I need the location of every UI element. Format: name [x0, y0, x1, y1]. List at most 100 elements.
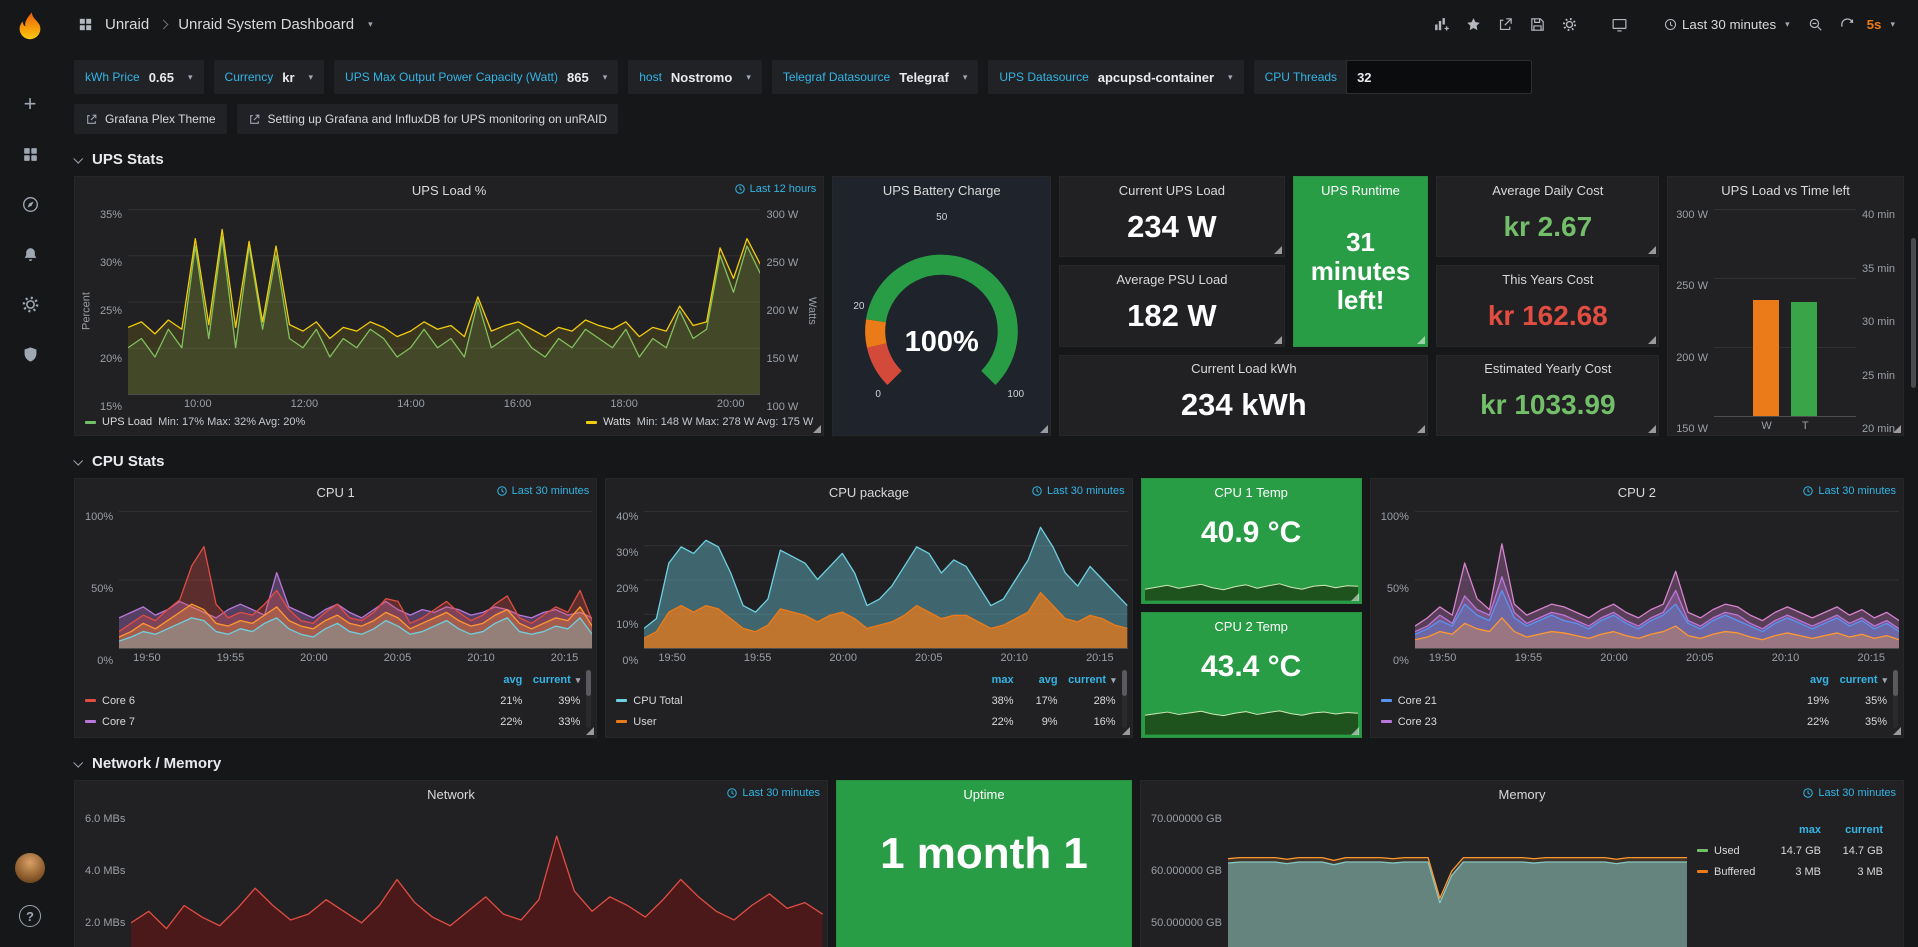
legend-sort-max[interactable]: max — [1759, 824, 1821, 836]
legend-series-toggle[interactable]: User — [616, 716, 965, 728]
refresh-icon[interactable] — [1833, 9, 1863, 39]
legend-scrollbar[interactable] — [1893, 670, 1898, 728]
panel-title[interactable]: Current Load kWh — [1191, 361, 1297, 376]
resize-handle[interactable] — [1274, 336, 1282, 344]
breadcrumb-folder[interactable]: Unraid — [105, 16, 149, 33]
help-icon[interactable]: ? — [13, 899, 47, 933]
legend-series-toggle[interactable]: Watts Min: 148 W Max: 278 W Avg: 175 W — [586, 416, 813, 428]
panel-timerange[interactable]: Last 30 minutes — [496, 485, 590, 497]
legend-series-toggle[interactable]: Used — [1697, 845, 1759, 857]
resize-handle[interactable] — [1122, 727, 1130, 735]
legend-series-toggle[interactable]: Core 6 — [85, 695, 472, 707]
panel-title[interactable]: Current UPS Load — [1119, 183, 1225, 198]
panel-title[interactable]: CPU 2 Temp — [1214, 619, 1287, 634]
user-avatar[interactable] — [15, 853, 45, 883]
resize-handle[interactable] — [1274, 246, 1282, 254]
legend-sort-avg[interactable]: avg — [1014, 674, 1058, 686]
ups-load-chart[interactable] — [128, 209, 760, 395]
refresh-interval-picker[interactable]: 5s ▾ — [1865, 9, 1904, 39]
panel-title[interactable]: CPU 1 — [317, 485, 355, 500]
legend-scrollbar[interactable] — [1122, 670, 1127, 728]
panel-timerange[interactable]: Last 30 minutes — [1802, 485, 1896, 497]
star-icon[interactable] — [1458, 9, 1488, 39]
link-grafana-plex-theme[interactable]: Grafana Plex Theme — [74, 104, 227, 134]
variable-telegraf-datasource[interactable]: Telegraf Datasource Telegraf ▾ — [772, 60, 979, 94]
panel-timerange[interactable]: Last 30 minutes — [726, 787, 820, 799]
panel-title[interactable]: Uptime — [963, 787, 1004, 802]
apps-grid-icon[interactable] — [74, 9, 96, 39]
variable-ups-max-output[interactable]: UPS Max Output Power Capacity (Watt) 865… — [334, 60, 618, 94]
panel-title[interactable]: UPS Load % — [412, 183, 486, 198]
resize-handle[interactable] — [1648, 336, 1656, 344]
panel-title[interactable]: UPS Runtime — [1321, 183, 1400, 198]
resize-handle[interactable] — [1648, 425, 1656, 433]
section-header-network-memory[interactable]: Network / Memory — [74, 750, 1904, 776]
cpu2-chart[interactable] — [1415, 511, 1899, 649]
share-icon[interactable] — [1490, 9, 1520, 39]
resize-handle[interactable] — [1648, 246, 1656, 254]
network-chart[interactable] — [131, 813, 823, 947]
legend-sort-avg[interactable]: avg — [472, 674, 522, 686]
time-range-picker[interactable]: Last 30 minutes ▾ — [1654, 9, 1799, 39]
grafana-logo-icon[interactable] — [14, 10, 46, 45]
resize-handle[interactable] — [1417, 336, 1425, 344]
variable-ups-datasource[interactable]: UPS Datasource apcupsd-container ▾ — [988, 60, 1243, 94]
dashboards-icon[interactable] — [13, 137, 47, 171]
legend-sort-current[interactable]: current — [1821, 824, 1883, 836]
legend-sort-current[interactable]: current▾ — [1829, 674, 1887, 686]
panel-title[interactable]: CPU 1 Temp — [1214, 485, 1287, 500]
resize-handle[interactable] — [1893, 425, 1901, 433]
cpu1-chart[interactable] — [119, 511, 592, 649]
admin-shield-icon[interactable] — [13, 337, 47, 371]
legend-series-toggle[interactable]: UPS Load Min: 17% Max: 32% Avg: 20% — [85, 416, 305, 428]
legend-series-toggle[interactable]: Core 23 — [1381, 716, 1779, 728]
panel-timerange[interactable]: Last 30 minutes — [1802, 787, 1896, 799]
panel-title[interactable]: Memory — [1499, 787, 1546, 802]
page-scrollbar[interactable] — [1911, 238, 1916, 388]
save-icon[interactable] — [1522, 9, 1552, 39]
legend-sort-current[interactable]: current▾ — [1058, 674, 1116, 686]
zoom-out-icon[interactable] — [1801, 9, 1831, 39]
settings-gear-icon[interactable] — [1554, 9, 1584, 39]
cycle-view-monitor-icon[interactable] — [1604, 9, 1634, 39]
panel-title[interactable]: CPU 2 — [1618, 485, 1656, 500]
panel-title[interactable]: This Years Cost — [1502, 272, 1593, 287]
panel-timerange[interactable]: Last 12 hours — [734, 183, 817, 195]
panel-title[interactable]: UPS Battery Charge — [883, 183, 1001, 198]
load-vs-time-chart[interactable] — [1714, 209, 1856, 417]
link-ups-monitoring-guide[interactable]: Setting up Grafana and InfluxDB for UPS … — [237, 104, 619, 134]
resize-handle[interactable] — [586, 727, 594, 735]
section-header-cpu[interactable]: CPU Stats — [74, 448, 1904, 474]
alerting-bell-icon[interactable] — [13, 237, 47, 271]
resize-handle[interactable] — [1351, 593, 1359, 601]
memory-chart[interactable] — [1228, 813, 1687, 947]
panel-title[interactable]: Average Daily Cost — [1492, 183, 1603, 198]
legend-sort-current[interactable]: current▾ — [522, 674, 580, 686]
legend-series-toggle[interactable]: Buffered — [1697, 866, 1759, 878]
resize-handle[interactable] — [1893, 727, 1901, 735]
configuration-gear-icon[interactable] — [13, 287, 47, 321]
legend-series-toggle[interactable]: Core 21 — [1381, 695, 1779, 707]
create-plus-icon[interactable]: + — [13, 87, 47, 121]
dashboard-title[interactable]: Unraid System Dashboard — [178, 16, 354, 33]
legend-sort-max[interactable]: max — [966, 674, 1014, 686]
legend-series-toggle[interactable]: Core 7 — [85, 716, 472, 728]
panel-timerange[interactable]: Last 30 minutes — [1031, 485, 1125, 497]
cpu-package-chart[interactable] — [644, 511, 1127, 649]
resize-handle[interactable] — [1040, 425, 1048, 433]
dashboard-scroll-area[interactable]: kWh Price 0.65 ▾ Currency kr ▾ UPS Max O… — [60, 48, 1918, 947]
variable-currency[interactable]: Currency kr ▾ — [214, 60, 325, 94]
cpu-threads-input[interactable]: 32 — [1346, 60, 1532, 94]
resize-handle[interactable] — [813, 425, 821, 433]
resize-handle[interactable] — [1417, 425, 1425, 433]
dashboard-title-caret-icon[interactable]: ▾ — [368, 19, 373, 30]
section-header-ups[interactable]: UPS Stats — [74, 146, 1904, 172]
panel-title[interactable]: Estimated Yearly Cost — [1484, 361, 1611, 376]
explore-compass-icon[interactable] — [13, 187, 47, 221]
variable-kwh-price[interactable]: kWh Price 0.65 ▾ — [74, 60, 204, 94]
panel-title[interactable]: UPS Load vs Time left — [1721, 183, 1850, 198]
variable-host[interactable]: host Nostromo ▾ — [628, 60, 762, 94]
add-panel-icon[interactable] — [1426, 9, 1456, 39]
legend-series-toggle[interactable]: CPU Total — [616, 695, 965, 707]
panel-title[interactable]: Network — [427, 787, 475, 802]
